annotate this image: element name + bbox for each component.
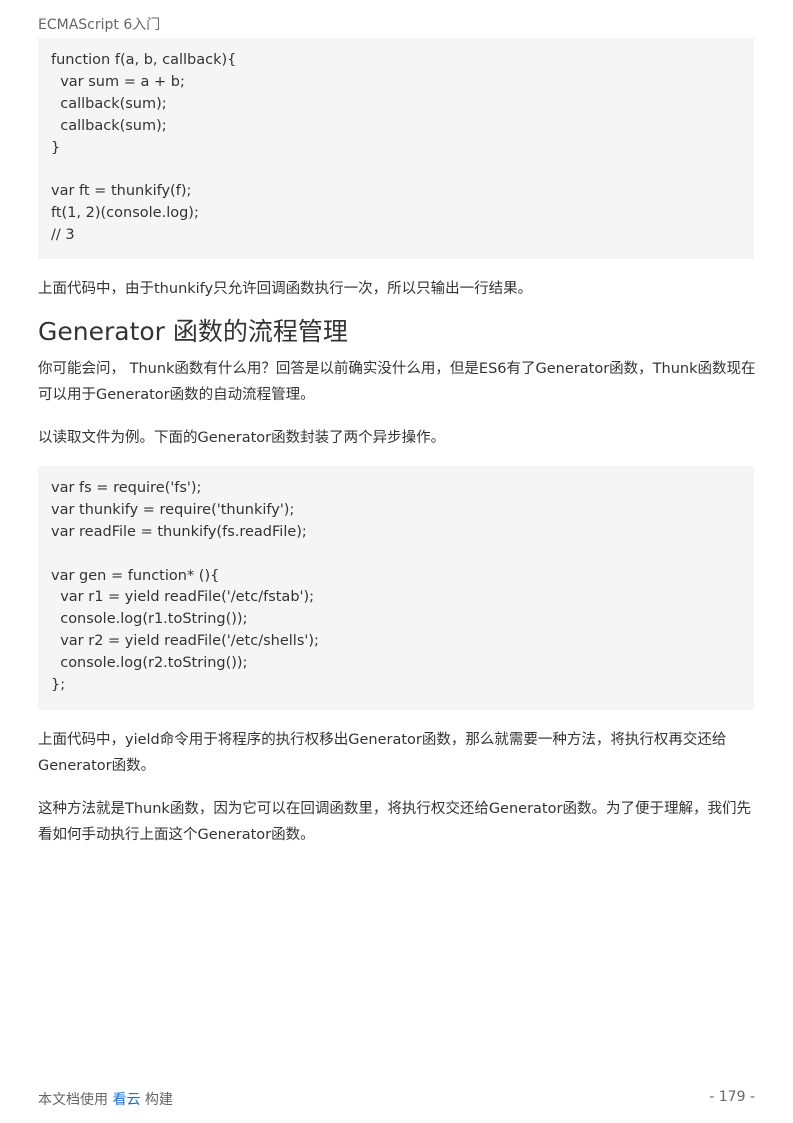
code-line: var r2 = yield readFile('/etc/shells'); [51,633,319,650]
code-line: console.log(r2.toString()); [51,655,248,672]
footer-build-info: 本文档使用 看云 构建 [38,1089,173,1109]
code-line: // 3 [51,227,75,244]
document-header: ECMAScript 6入门 [38,17,161,33]
code-line: function f(a, b, callback){ [51,52,237,68]
page-number: - 179 - [709,1089,755,1105]
code-line: ft(1, 2)(console.log); [51,205,199,222]
paragraph-yield-explanation: 上面代码中，yield命令用于将程序的执行权移出Generator函数，那么就需… [38,732,727,774]
code-block-generator: var fs = require('fs'); var thunkify = r… [38,466,754,710]
code-line: var thunkify = require('thunkify'); [51,501,295,518]
code-line: }; [51,677,66,694]
paragraph-thunk-method: 这种方法就是Thunk函数，因为它可以在回调函数里，将执行权交还给Generat… [38,801,751,843]
code-line: console.log(r1.toString()); [51,611,248,628]
paragraph-thunk-usage: 你可能会问， Thunk函数有什么用？回答是以前确实没什么用，但是ES6有了Ge… [38,361,756,403]
code-line: var readFile = thunkify(fs.readFile); [51,523,307,540]
code-line: var r1 = yield readFile('/etc/fstab'); [51,589,315,606]
section-heading: Generator 函数的流程管理 [38,317,348,346]
code-line: } [51,139,61,156]
paragraph-read-file-example: 以读取文件为例。下面的Generator函数封装了两个异步操作。 [38,430,446,446]
code-line: var gen = function* (){ [51,567,220,584]
code-line: var sum = a + b; [51,73,185,90]
footer-suffix: 构建 [144,1092,173,1108]
code-line: var ft = thunkify(f); [51,183,192,200]
footer-prefix: 本文档使用 [38,1092,108,1108]
code-line: var fs = require('fs'); [51,480,202,496]
footer-kancloud-link[interactable]: 看云 [112,1092,140,1108]
code-block-thunkify: function f(a, b, callback){ var sum = a … [38,38,754,259]
paragraph-thunkify-once: 上面代码中，由于thunkify只允许回调函数执行一次，所以只输出一行结果。 [38,281,533,297]
code-line: callback(sum); [51,117,167,134]
code-line: callback(sum); [51,95,167,112]
